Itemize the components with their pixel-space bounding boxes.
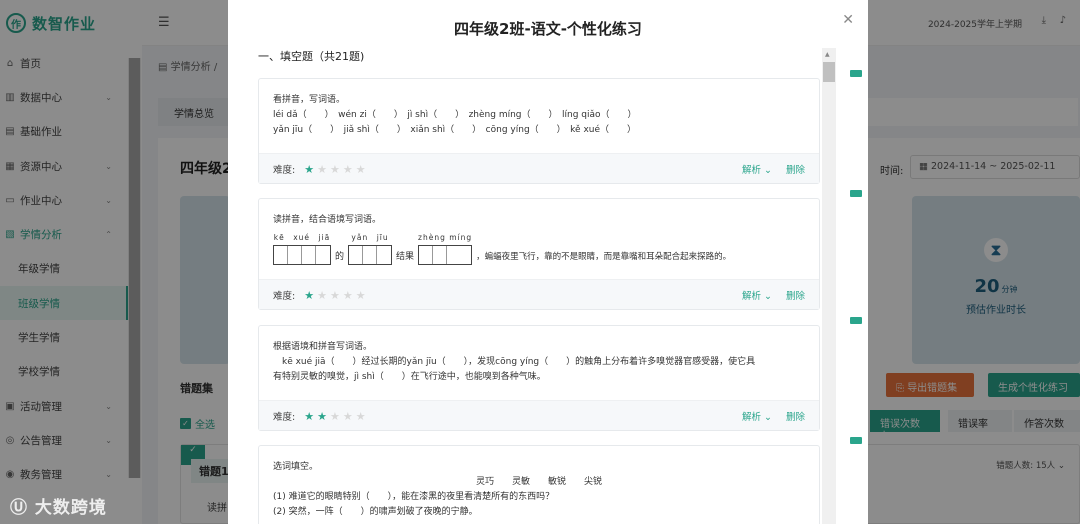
difficulty-stars: ★★★★★ [304,163,369,176]
pinyin-grid[interactable]: kē xué jiā [273,230,331,265]
question-card: 选词填空。 灵巧 灵敏 敏锐 尖锐 (1) 难道它的眼睛特别（ ），能在漆黑的夜… [258,445,820,524]
question-line: 有特别灵敏的嗅觉，jì shì（ ）在飞行途中，也能嗅到各种气味。 [273,372,546,382]
watermark: Ⓤ 大数跨境 [10,493,107,518]
question-line: (1) 难道它的眼睛特别（ ），能在漆黑的夜里看清楚所有的东西吗？ [273,492,555,502]
delete-button[interactable]: 删除 [786,412,805,423]
question-line: (2) 突然，一阵（ ）的啸声划破了夜晚的宁静。 [273,507,478,517]
question-text: ，蝙蝠夜里飞行，靠的不是眼睛，而是靠嘴和耳朵配合起来探路的。 [476,252,732,262]
question-line: yǎn jīu（ ） jiǎ shì（ ） xiǎn shì（ ） cōng y… [273,125,637,135]
question-intro: 选词填空。 [273,462,319,472]
section-title: 一、填空题（共21题) [258,50,365,63]
difficulty-label: 难度: [273,291,296,302]
analysis-button[interactable]: 解析 ⌄ [742,412,772,423]
question-card: 读拼音，结合语境写词语。 kē xué jiā 的 yǎn jīu 结果 zhè… [258,198,820,310]
pinyin-text: yǎn jīu [351,233,389,242]
question-tag-icon [850,317,862,324]
word-choices: 灵巧 灵敏 敏锐 尖锐 [475,477,602,487]
question-footer: 难度: ★★★★★ 解析 ⌄ 删除 [259,279,819,309]
difficulty-label: 难度: [273,165,296,176]
difficulty-stars: ★★★★★ [304,410,369,423]
question-tag-icon [850,437,862,444]
question-tag-icon [850,70,862,77]
watermark-text: 大数跨境 [34,498,107,518]
question-line: kē xué jiā（ ）经过长期的yǎn jīu（ ），发现cōng yíng… [273,357,756,367]
modal-scrollbar[interactable]: ▲ [822,48,836,524]
question-line: léi dǎ（ ） wén zi（ ） jì shì（ ） zhèng míng… [273,110,637,120]
analysis-button[interactable]: 解析 ⌄ [742,165,772,176]
question-intro: 读拼音，结合语境写词语。 [273,215,382,225]
modal-title: 四年级2班-语文-个性化练习 [454,20,642,38]
pinyin-grid[interactable]: yǎn jīu [348,230,393,265]
pinyin-box-row: kē xué jiā 的 yǎn jīu 结果 zhèng míng ，蝙蝠夜里… [273,230,805,265]
question-card: 看拼音，写词语。 léi dǎ（ ） wén zi（ ） jì shì（ ） z… [258,78,820,184]
close-icon[interactable]: ✕ [842,12,854,28]
watermark-logo-icon: Ⓤ [10,498,35,518]
question-card: 根据语境和拼音写词语。 kē xué jiā（ ）经过长期的yǎn jīu（ ）… [258,325,820,431]
question-tag-icon [850,190,862,197]
scrollbar-thumb[interactable] [823,62,835,82]
pinyin-text: zhèng míng [418,233,473,242]
question-intro: 看拼音，写词语。 [273,95,346,105]
analysis-button[interactable]: 解析 ⌄ [742,291,772,302]
question-footer: 难度: ★★★★★ 解析 ⌄ 删除 [259,400,819,430]
pinyin-text: kē xué jiā [273,233,331,242]
practice-modal: 四年级2班-语文-个性化练习 ✕ 一、填空题（共21题) 看拼音，写词语。 lé… [228,0,868,524]
delete-button[interactable]: 删除 [786,165,805,176]
difficulty-stars: ★★★★★ [304,289,369,302]
pinyin-grid[interactable]: zhèng míng [418,230,473,265]
question-text: 的 [335,252,345,262]
question-intro: 根据语境和拼音写词语。 [273,342,373,352]
question-footer: 难度: ★★★★★ 解析 ⌄ 删除 [259,153,819,183]
scroll-up-icon[interactable]: ▲ [825,51,830,58]
question-text: 结果 [396,252,415,262]
delete-button[interactable]: 删除 [786,291,805,302]
difficulty-label: 难度: [273,412,296,423]
